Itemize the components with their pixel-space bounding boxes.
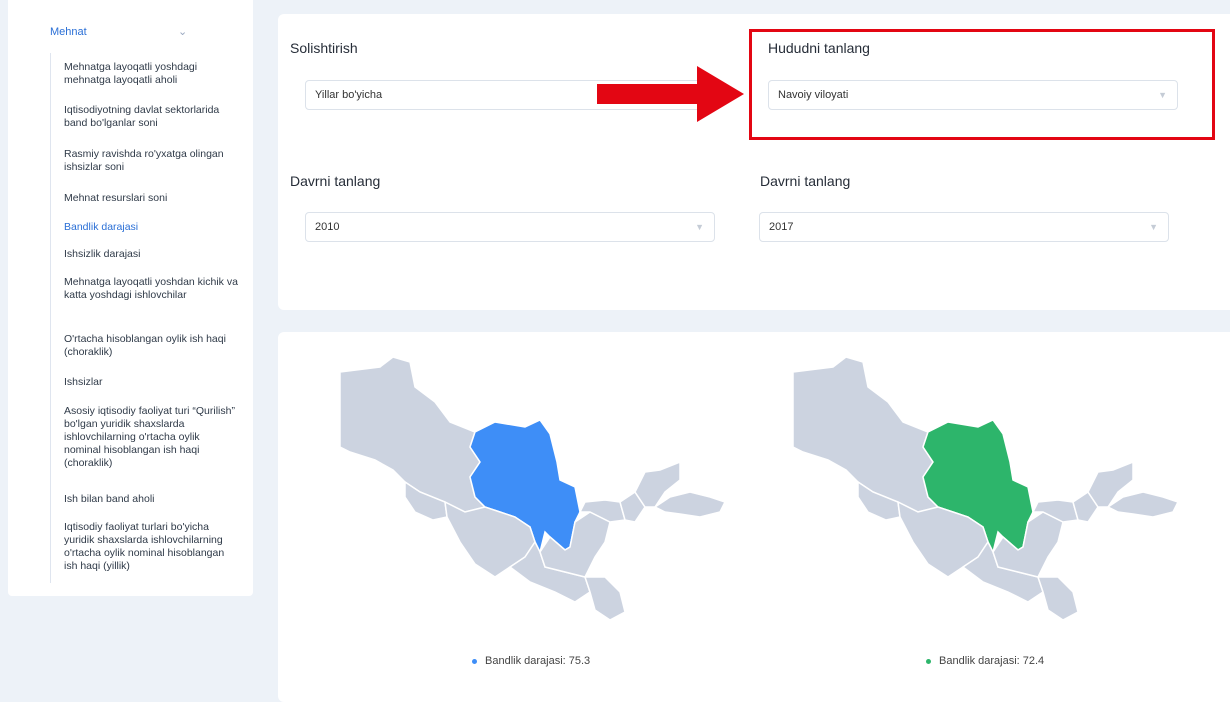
uzbekistan-map-2010 [339,356,727,621]
period1-label: Davrni tanlang [290,173,381,189]
sidebar-item[interactable]: Mehnat resurslari soni [64,192,239,205]
sidebar-item[interactable]: Ish bilan band aholi [64,493,239,506]
legend-dot [472,658,477,664]
period1-select-value: 2010 [315,221,340,233]
red-arrow-icon [597,66,744,122]
sidebar-item[interactable]: Mehnatga layoqatli yoshdan kichik va kat… [64,276,239,302]
map-region-surxondaryo [583,576,626,621]
sidebar-item-active[interactable]: Bandlik darajasi [64,221,239,234]
sidebar-category-mehnat[interactable]: Mehnat ⌄ [50,26,200,42]
legend-text: Bandlik darajasi: 75.3 [485,655,591,667]
sidebar-item[interactable]: Rasmiy ravishda ro'yxatga olingan ishsiz… [64,148,239,174]
chevron-down-icon: ▼ [1149,222,1158,232]
chevron-down-icon: ⌄ [178,26,188,38]
sidebar-list: Mehnatga layoqatli yoshdagi mehnatga lay… [50,53,251,583]
map-legend-2010: Bandlik darajasi: 75.3 [472,655,590,667]
sidebar-item[interactable]: O'rtacha hisoblangan oylik ish haqi (cho… [64,333,239,359]
period2-label: Davrni tanlang [760,173,851,189]
sidebar-item[interactable]: Mehnatga layoqatli yoshdagi mehnatga lay… [64,61,239,87]
compare-label: Solishtirish [290,40,358,56]
compare-select-value: Yillar bo'yicha [315,89,383,101]
highlight-box [749,29,1215,140]
period2-select-value: 2017 [769,221,794,233]
map-region-surxondaryo [1036,576,1079,621]
map-region-fargona-valley [653,491,727,518]
legend-text: Bandlik darajasi: 72.4 [939,655,1045,667]
legend-dot [926,658,931,664]
sidebar-item[interactable]: Ishsizlar [64,376,239,389]
sidebar-item[interactable]: Ishsizlik darajasi [64,248,239,261]
sidebar-item[interactable]: Iqtisodiyotning davlat sektorlarida band… [64,104,239,130]
period1-select[interactable]: 2010 ▼ [305,212,715,242]
sidebar-item[interactable]: Iqtisodiy faoliyat turlari bo'yicha yuri… [64,521,239,573]
map-legend-2017: Bandlik darajasi: 72.4 [926,655,1044,667]
sidebar-category-label: Mehnat [50,26,87,38]
period2-select[interactable]: 2017 ▼ [759,212,1169,242]
uzbekistan-map-2017 [792,356,1180,621]
sidebar-item[interactable]: Asosiy iqtisodiy faoliyat turi “Qurilish… [64,405,239,470]
map-region-fargona-valley [1106,491,1180,518]
sidebar: Mehnat ⌄ Mehnatga layoqatli yoshdagi meh… [8,0,253,596]
chevron-down-icon: ▼ [695,222,704,232]
